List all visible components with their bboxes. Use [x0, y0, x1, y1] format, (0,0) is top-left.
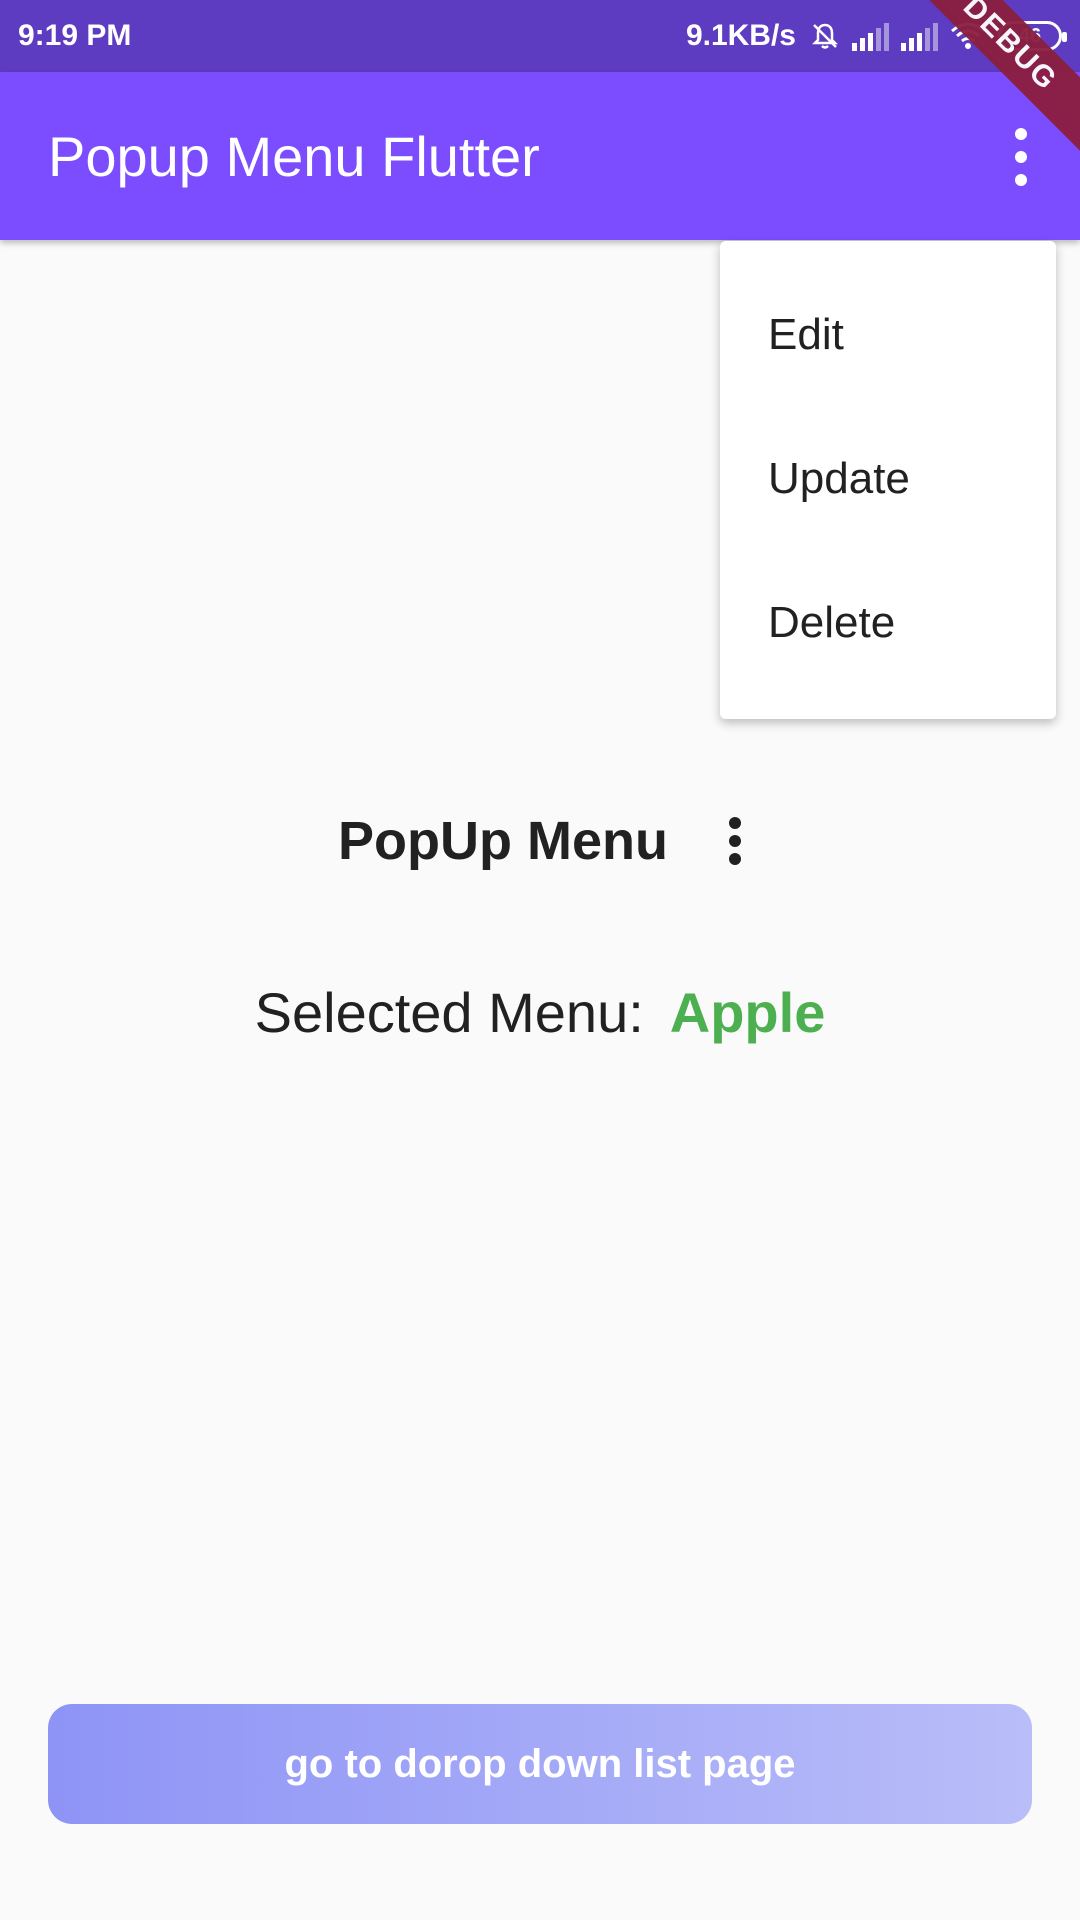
signal-icon-1: [852, 21, 889, 51]
app-bar: Popup Menu Flutter: [0, 72, 1080, 240]
muted-bell-icon: [811, 23, 839, 49]
popup-label: PopUp Menu: [338, 811, 668, 871]
menu-item-update[interactable]: Update: [720, 407, 1056, 551]
selected-menu-label: Selected Menu:: [254, 981, 644, 1044]
go-to-dropdown-button[interactable]: go to dorop down list page: [48, 1704, 1032, 1824]
popup-menu: Edit Update Delete: [720, 241, 1056, 719]
signal-icon-2: [901, 21, 938, 51]
status-bar: 9:19 PM 9.1KB/s 46: [0, 0, 1080, 72]
selected-menu-row: Selected Menu: Apple: [0, 980, 1080, 1045]
selected-menu-value: Apple: [669, 981, 826, 1044]
popup-more-vert-icon[interactable]: [728, 817, 742, 865]
menu-item-edit[interactable]: Edit: [720, 263, 1056, 407]
more-vert-icon[interactable]: [1010, 128, 1032, 186]
popup-row: PopUp Menu: [0, 810, 1080, 872]
status-time: 9:19 PM: [18, 19, 132, 52]
menu-item-delete[interactable]: Delete: [720, 551, 1056, 695]
network-speed: 9.1KB/s: [685, 19, 796, 52]
app-title: Popup Menu Flutter: [48, 124, 540, 188]
